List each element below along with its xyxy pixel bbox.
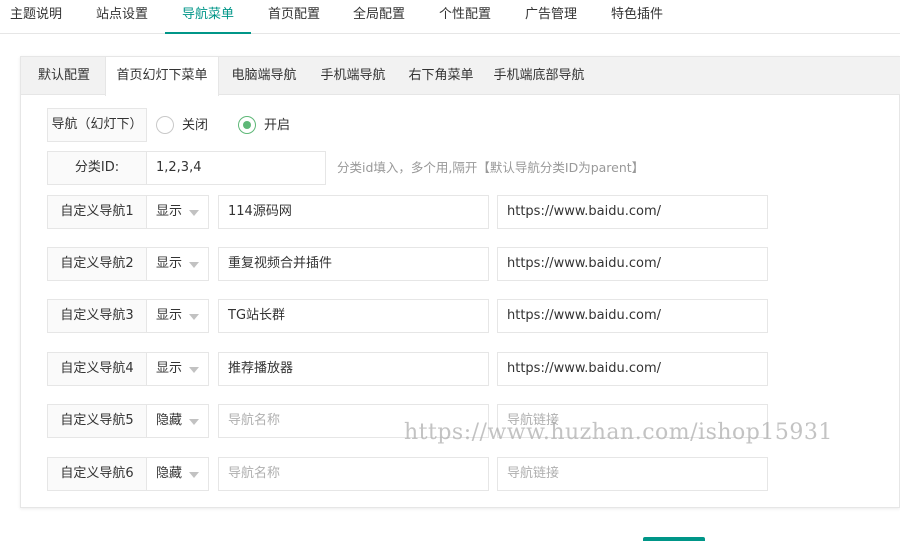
caret-down-icon [189, 210, 199, 216]
radio-off-label: 关闭 [182, 118, 209, 133]
sub-tab-pc-nav[interactable]: 电脑端导航 [224, 57, 304, 95]
custom-nav-2-link-input[interactable]: https://www.baidu.com/ [497, 247, 768, 281]
custom-nav-1-link-input[interactable]: https://www.baidu.com/ [497, 195, 768, 229]
custom-nav-6-name-input[interactable]: 导航名称 [218, 457, 489, 491]
custom-nav-1-visibility-value: 显示 [156, 204, 183, 219]
category-id-input[interactable]: 1,2,3,4 [146, 151, 326, 185]
caret-down-icon [189, 419, 199, 425]
custom-nav-5-name-input[interactable]: 导航名称 [218, 404, 489, 438]
top-tab-home-config[interactable]: 首页配置 [268, 0, 320, 34]
caret-down-icon [189, 314, 199, 320]
caret-down-icon [189, 367, 199, 373]
sub-tab-mobile-bottom-nav[interactable]: 手机端底部导航 [491, 57, 587, 95]
radio-on-label: 开启 [264, 118, 291, 133]
save-button[interactable] [643, 537, 705, 541]
top-tab-plugins[interactable]: 特色插件 [611, 0, 663, 34]
custom-nav-2-visibility-value: 显示 [156, 256, 183, 271]
sub-tab-slide-menu[interactable]: 首页幻灯下菜单 [105, 57, 219, 96]
custom-nav-4-label: 自定义导航4 [47, 352, 147, 386]
radio-off-circle-icon [156, 116, 174, 134]
custom-nav-6-visibility-select[interactable]: 隐藏 [146, 457, 209, 491]
custom-nav-4-name-input[interactable]: 推荐播放器 [218, 352, 489, 386]
top-tab-ad-manage[interactable]: 广告管理 [525, 0, 577, 34]
top-tab-theme-info[interactable]: 主题说明 [10, 0, 62, 34]
top-tab-personal-config[interactable]: 个性配置 [439, 0, 491, 34]
custom-nav-4-visibility-select[interactable]: 显示 [146, 352, 209, 386]
sub-tab-mobile-nav[interactable]: 手机端导航 [313, 57, 393, 95]
sub-tab-default[interactable]: 默认配置 [26, 57, 102, 95]
category-id-hint: 分类id填入，多个用,隔开【默认导航分类ID为parent】 [337, 160, 645, 175]
custom-nav-6-link-input[interactable]: 导航链接 [497, 457, 768, 491]
custom-nav-3-visibility-value: 显示 [156, 308, 183, 323]
custom-nav-5-visibility-select[interactable]: 隐藏 [146, 404, 209, 438]
caret-down-icon [189, 472, 199, 478]
custom-nav-6-label: 自定义导航6 [47, 457, 147, 491]
custom-nav-6-visibility-value: 隐藏 [156, 466, 183, 481]
custom-nav-1-visibility-select[interactable]: 显示 [146, 195, 209, 229]
top-tab-nav-menu[interactable]: 导航菜单 [165, 0, 251, 34]
custom-nav-3-label: 自定义导航3 [47, 299, 147, 333]
custom-nav-5-link-input[interactable]: 导航链接 [497, 404, 768, 438]
custom-nav-4-link-input[interactable]: https://www.baidu.com/ [497, 352, 768, 386]
sub-tab-corner-menu[interactable]: 右下角菜单 [401, 57, 481, 95]
custom-nav-3-name-input[interactable]: TG站长群 [218, 299, 489, 333]
custom-nav-2-label: 自定义导航2 [47, 247, 147, 281]
settings-panel: 默认配置 首页幻灯下菜单 电脑端导航 手机端导航 右下角菜单 手机端底部导航 [20, 56, 900, 508]
custom-nav-3-visibility-select[interactable]: 显示 [146, 299, 209, 333]
top-tab-bar: 主题说明 站点设置 导航菜单 首页配置 全局配置 个性配置 广告管理 特色插件 [0, 0, 900, 34]
nav-switch-label: 导航（幻灯下） [47, 108, 147, 142]
custom-nav-1-label: 自定义导航1 [47, 195, 147, 229]
custom-nav-1-name-input[interactable]: 114源码网 [218, 195, 489, 229]
radio-on-circle-icon [238, 116, 256, 134]
custom-nav-4-visibility-value: 显示 [156, 361, 183, 376]
custom-nav-2-name-input[interactable]: 重复视频合并插件 [218, 247, 489, 281]
custom-nav-3-link-input[interactable]: https://www.baidu.com/ [497, 299, 768, 333]
top-tab-site-settings[interactable]: 站点设置 [96, 0, 148, 34]
custom-nav-5-visibility-value: 隐藏 [156, 413, 183, 428]
custom-nav-2-visibility-select[interactable]: 显示 [146, 247, 209, 281]
custom-nav-5-label: 自定义导航5 [47, 404, 147, 438]
top-tab-global-config[interactable]: 全局配置 [353, 0, 405, 34]
radio-on[interactable]: 开启 [238, 114, 298, 138]
caret-down-icon [189, 262, 199, 268]
sub-tab-bar: 默认配置 首页幻灯下菜单 电脑端导航 手机端导航 右下角菜单 手机端底部导航 [21, 57, 900, 96]
radio-off[interactable]: 关闭 [156, 114, 216, 138]
category-id-label: 分类ID: [47, 151, 147, 185]
